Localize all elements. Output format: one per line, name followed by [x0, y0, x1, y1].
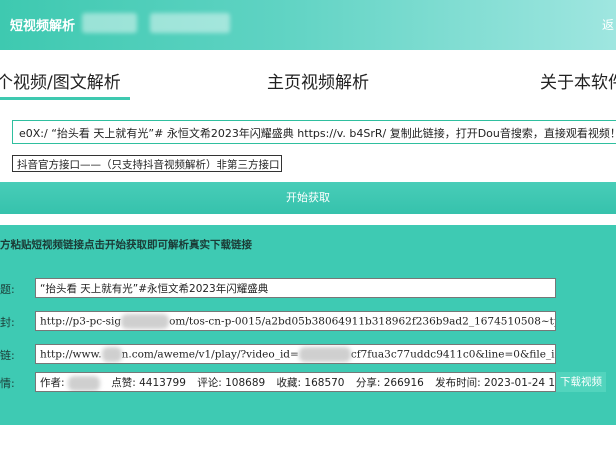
cover-url-field[interactable]: http://p3-pc-sig om/tos-cn-p-0015/a2bd05b…: [35, 311, 556, 331]
api-select[interactable]: 抖音官方接口——（只支持抖音视频解析）非第三方接口: [12, 155, 282, 172]
blurred-user-info: [82, 13, 137, 33]
blurred-domain: [101, 347, 122, 362]
active-tab-indicator: [0, 97, 130, 100]
app-header: 短视频解析 返: [0, 0, 616, 50]
publish-time: 发布时间: 2023-01-24 16:00:00: [435, 377, 556, 389]
app-title: 短视频解析: [10, 19, 76, 34]
title-field[interactable]: “抬头看 天上就有光”#永恒文希2023年闪耀盛典: [35, 278, 556, 298]
favorites-count: 收藏: 168570: [276, 377, 345, 389]
cover-label: 封:: [0, 316, 15, 329]
likes-count: 点赞: 4413799: [111, 377, 186, 389]
header-return-link[interactable]: 返: [602, 16, 614, 33]
blurred-video-id: [298, 347, 351, 362]
video-url-mid: n.com/aweme/v1/play/?video_id=: [121, 348, 299, 361]
link-label: 链:: [0, 349, 15, 362]
blurred-author: [67, 375, 100, 391]
tab-single-video[interactable]: 个视频/图文解析: [0, 68, 121, 93]
shares-count: 分享: 266916: [355, 377, 424, 389]
detail-label: 情:: [0, 377, 15, 390]
cover-url-suffix: om/tos-cn-p-0015/a2bd05b38064911b318962f…: [169, 315, 555, 328]
comments-count: 评论: 108689: [197, 377, 266, 389]
video-link-input[interactable]: e0X:/ “抬头看 天上就有光”# 永恒文希2023年闪耀盛典 https:/…: [12, 120, 616, 144]
video-url-suffix: cf7fua3c77uddc9411c0&line=0&file_id=ef8c…: [350, 348, 555, 361]
tab-bar: 个视频/图文解析 主页视频解析 关于本软件: [0, 50, 616, 102]
author-label: 作者:: [40, 377, 65, 389]
title-label: 题:: [0, 283, 15, 296]
tab-about[interactable]: 关于本软件: [540, 68, 616, 93]
blurred-domain: [121, 314, 170, 329]
cover-url-prefix: http://p3-pc-sig: [40, 315, 122, 328]
result-panel: 方粘贴短视频链接点击开始获取即可解析真实下载链接 题: “抬头看 天上就有光”#…: [0, 225, 616, 425]
video-url-prefix: http://www.: [40, 348, 102, 361]
blurred-user-info: [150, 13, 230, 33]
start-fetch-button[interactable]: 开始获取: [0, 182, 616, 214]
video-url-field[interactable]: http://www. n.com/aweme/v1/play/?video_id…: [35, 344, 556, 364]
download-video-button[interactable]: 下载视频: [556, 372, 606, 392]
result-instruction: 方粘贴短视频链接点击开始获取即可解析真实下载链接: [0, 239, 252, 251]
tab-homepage-video[interactable]: 主页视频解析: [267, 68, 369, 93]
detail-field[interactable]: 作者: 点赞: 4413799 评论: 108689 收藏: 168570 分享…: [35, 372, 556, 392]
